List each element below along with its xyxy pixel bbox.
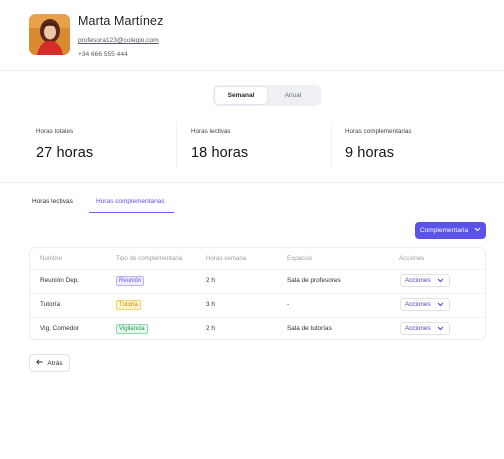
profile-name: Marta Martínez xyxy=(78,14,164,28)
row-divider xyxy=(30,293,485,294)
toggle-anual[interactable]: Anual xyxy=(267,87,319,104)
actions-dropdown[interactable]: Acciones xyxy=(400,322,450,335)
chevron-down-icon xyxy=(437,326,444,333)
type-badge: Tutoría xyxy=(116,300,141,310)
column-header-acciones: Acciones xyxy=(399,255,425,262)
row-divider xyxy=(30,269,485,270)
row-name: Reunión Dep. xyxy=(40,277,80,284)
row-name: Vig. Comedor xyxy=(40,325,79,332)
column-header-tipo: Tipo de complementaria xyxy=(116,255,183,262)
column-header-horas: Horas semana xyxy=(206,255,247,262)
tab-horas-complementarias[interactable]: Horas complementarias xyxy=(96,198,165,206)
profile-email-link[interactable]: profesora123@colegio.com xyxy=(78,37,163,45)
chevron-down-icon xyxy=(474,227,481,234)
stat-complementarias: Horas complementarias 9 horas xyxy=(345,128,412,161)
profile-phone: +34 666 555 444 xyxy=(78,51,128,58)
stat-lectivas: Horas lectivas 18 horas xyxy=(191,128,248,161)
type-badge: Reunión xyxy=(116,276,145,286)
row-name: Tutoría xyxy=(40,301,61,308)
actions-label: Acciones xyxy=(405,325,431,332)
chevron-down-icon xyxy=(437,278,444,285)
stat-value: 27 horas xyxy=(36,145,94,161)
row-hours: 2 h xyxy=(206,277,215,284)
row-hours: 2 h xyxy=(206,325,215,332)
stat-value: 9 horas xyxy=(345,145,395,161)
profile-header: Marta Martínez profesora123@colegio.com … xyxy=(29,14,163,59)
actions-dropdown[interactable]: Acciones xyxy=(400,298,450,311)
add-complementaria-label: Complementaria xyxy=(419,227,469,234)
stat-divider xyxy=(176,122,177,168)
header-divider xyxy=(0,70,504,71)
avatar-photo xyxy=(29,14,70,55)
row-divider xyxy=(30,317,485,318)
actions-dropdown[interactable]: Acciones xyxy=(400,274,450,287)
stat-total: Horas totales 27 horas xyxy=(36,128,93,161)
stats-divider xyxy=(0,182,504,183)
active-tab-underline xyxy=(89,212,174,213)
add-complementaria-button[interactable]: Complementaria xyxy=(415,222,486,239)
row-space: Sala de profesores xyxy=(287,277,341,284)
toggle-semanal[interactable]: Semanal xyxy=(215,87,267,104)
stat-label: Horas lectivas xyxy=(191,128,231,135)
row-space: - xyxy=(287,301,290,308)
avatar xyxy=(29,14,70,55)
stat-divider xyxy=(331,122,332,168)
arrow-left-icon xyxy=(36,359,43,367)
complementarias-table: Nombre Tipo de complementaria Horas sema… xyxy=(29,247,486,340)
stat-value: 18 horas xyxy=(191,145,249,161)
chevron-down-icon xyxy=(437,302,444,309)
view-toggle: Semanal Anual xyxy=(213,85,321,106)
stat-label: Horas complementarias xyxy=(345,128,412,135)
back-button[interactable]: Atrás xyxy=(29,354,70,372)
row-hours: 3 h xyxy=(206,301,215,308)
actions-label: Acciones xyxy=(405,301,431,308)
row-space: Sala de tutorías xyxy=(287,325,332,332)
column-header-espacios: Espacios xyxy=(287,255,313,262)
back-label: Atrás xyxy=(47,359,63,367)
stat-label: Horas totales xyxy=(36,128,74,135)
actions-label: Acciones xyxy=(405,277,431,284)
column-header-nombre: Nombre xyxy=(40,255,63,262)
tab-horas-lectivas[interactable]: Horas lectivas xyxy=(32,198,73,206)
type-badge: Vigilancia xyxy=(116,324,148,334)
